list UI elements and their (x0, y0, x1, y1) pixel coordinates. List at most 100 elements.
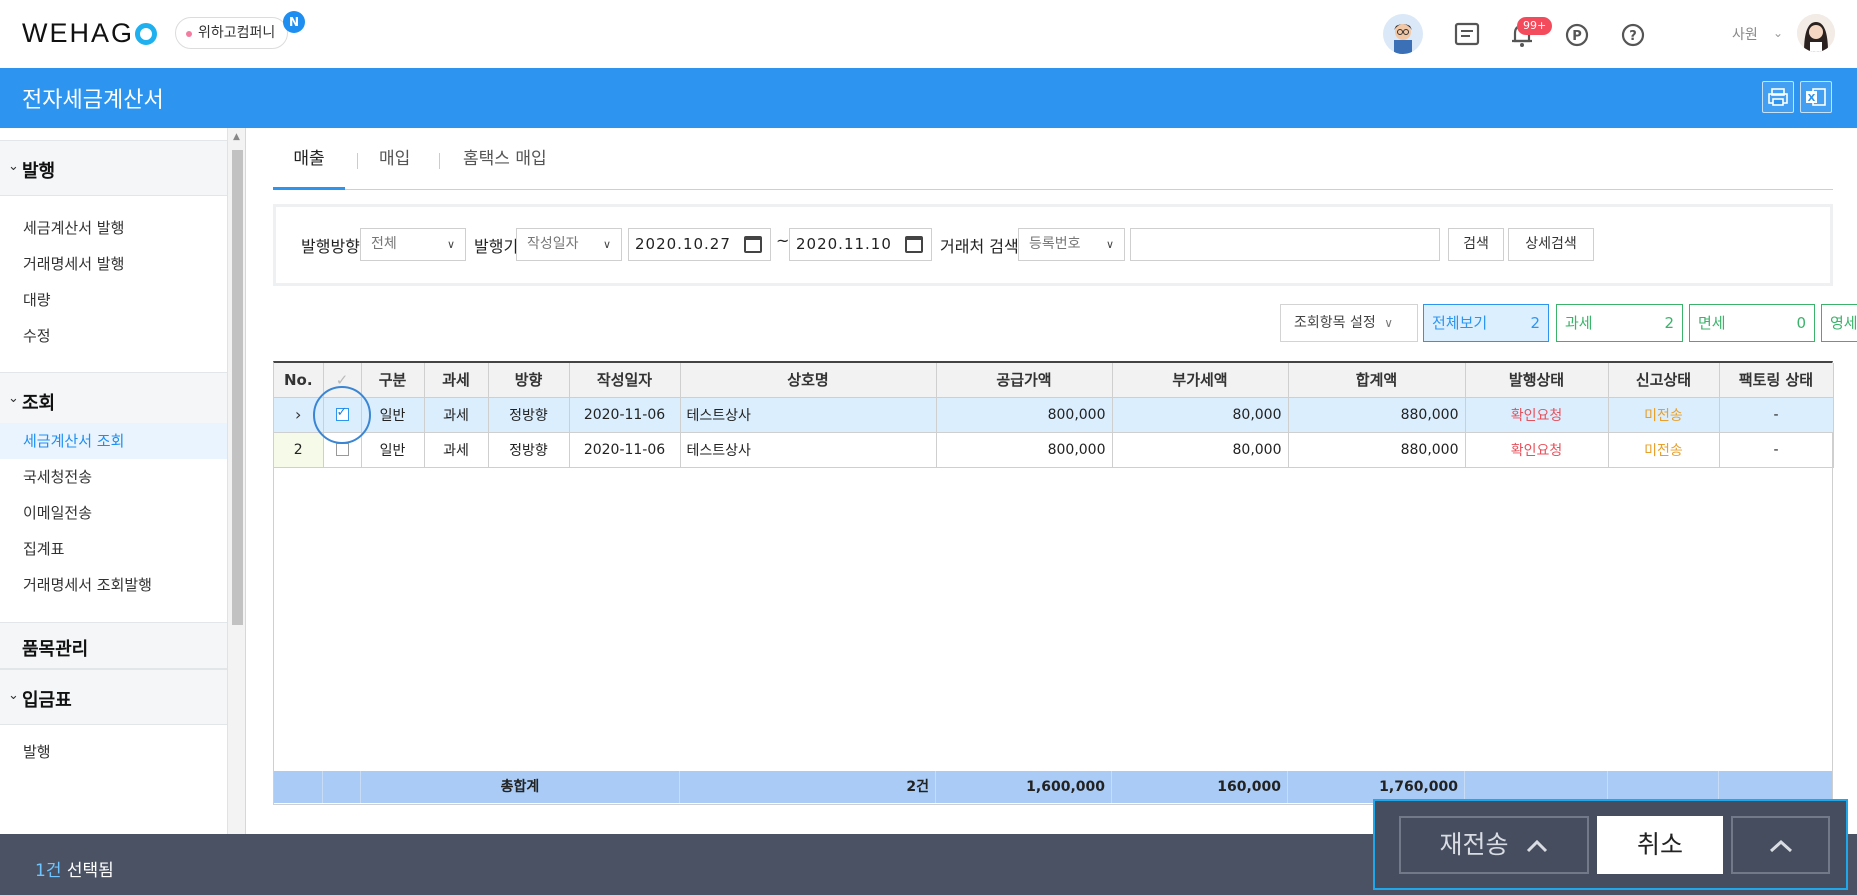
total-count: 2건 (680, 771, 936, 803)
wehago-logo[interactable]: WEHAG (22, 18, 158, 49)
tab-sales[interactable]: 매출 (273, 144, 345, 190)
page-title: 전자세금계산서 (22, 88, 164, 113)
help-icon[interactable]: ? (1618, 20, 1648, 50)
svg-text:?: ? (1629, 29, 1637, 44)
total-cell-empty (323, 771, 361, 803)
scrollbar-thumb[interactable] (232, 150, 243, 625)
col-vat-amount[interactable]: 부가세액 (1112, 363, 1289, 398)
sidebar-item-summary-table[interactable]: 집계표 (0, 531, 227, 567)
tab-hometax-purchase[interactable]: 홈택스 매입 (463, 144, 547, 190)
view-settings-dropdown[interactable]: 조회항목 설정 ∨ (1280, 304, 1418, 342)
cell-report-status: 미전송 (1608, 432, 1720, 468)
resend-button[interactable]: 재전송 (1399, 816, 1589, 874)
point-icon[interactable]: P (1562, 20, 1592, 50)
main-content: 매출 매입 홈택스 매입 발행방향 전체 ∨ 발행기간 작성일자 ∨ 2020.… (246, 128, 1857, 834)
collapse-panel-button[interactable] (1731, 816, 1830, 874)
col-no[interactable]: No. (274, 363, 324, 398)
cell-tax: 과세 (424, 397, 489, 433)
row-expand-icon[interactable]: › (274, 397, 324, 433)
checkbox-checked[interactable] (335, 405, 349, 421)
user-role[interactable]: 사원 (1732, 24, 1758, 44)
cell-company-name: 테스트상사 (680, 397, 937, 433)
sidebar-item-bulk[interactable]: 대량 (0, 282, 227, 318)
calendar-icon[interactable] (905, 236, 923, 253)
col-kind[interactable]: 구분 (361, 363, 425, 398)
col-date[interactable]: 작성일자 (569, 363, 681, 398)
sidebar-section-item-management[interactable]: 품목관리 (0, 622, 227, 669)
date-from-value: 2020.10.27 (635, 235, 731, 253)
sidebar-item-modify[interactable]: 수정 (0, 318, 227, 354)
col-select-all[interactable]: ✓ (323, 363, 362, 398)
cell-kind: 일반 (361, 397, 425, 433)
summary-all[interactable]: 전체보기 2 (1423, 304, 1549, 342)
sidebar-item-statement-issue[interactable]: 거래명세서 발행 (0, 246, 227, 282)
invoice-table: No. ✓ 구분 과세 방향 작성일자 상호명 공급가액 부가세액 합계액 발행… (273, 361, 1834, 805)
selected-count: 1건 (35, 861, 62, 881)
col-tax[interactable]: 과세 (424, 363, 489, 398)
scroll-up-icon[interactable]: ▲ (233, 132, 240, 142)
cancel-button[interactable]: 취소 (1597, 816, 1723, 874)
date-from-field[interactable]: 2020.10.27 (628, 228, 771, 261)
cell-direction: 정방향 (488, 432, 570, 468)
chevron-down-icon[interactable]: ⌄ (1773, 26, 1783, 40)
sidebar-section-inquiry[interactable]: ⌄ 조회 (0, 372, 227, 428)
date-to-value: 2020.11.10 (796, 235, 892, 253)
checkbox-unchecked[interactable] (335, 443, 349, 456)
col-company-name[interactable]: 상호명 (680, 363, 937, 398)
calendar-icon[interactable] (744, 236, 762, 253)
sidebar-item-tax-invoice-issue[interactable]: 세금계산서 발행 (0, 210, 227, 246)
partner-type-select[interactable]: 등록번호 ∨ (1018, 228, 1125, 261)
partner-search-input[interactable] (1130, 228, 1440, 261)
cell-no: 2 (274, 432, 324, 468)
sidebar-item-nts-transmit[interactable]: 국세청전송 (0, 459, 227, 495)
sidebar-item-email-transmit[interactable]: 이메일전송 (0, 495, 227, 531)
row-checkbox[interactable] (323, 432, 362, 468)
sidebar-item-tax-invoice-inquiry[interactable]: 세금계산서 조회 (0, 423, 227, 459)
company-name: 위하고컴퍼니 (198, 25, 276, 41)
col-total-amount[interactable]: 합계액 (1288, 363, 1466, 398)
memo-icon[interactable] (1452, 20, 1482, 50)
company-selector[interactable]: 위하고컴퍼니 (175, 17, 289, 49)
cell-factoring-status: - (1719, 397, 1834, 433)
col-direction[interactable]: 방향 (488, 363, 570, 398)
sidebar-section-label: 발행 (22, 161, 56, 182)
sidebar-item-deposit-issue[interactable]: 발행 (0, 734, 227, 770)
summary-taxable[interactable]: 과세 2 (1556, 304, 1683, 342)
character-avatar-icon[interactable] (1383, 14, 1423, 54)
user-avatar[interactable] (1797, 14, 1835, 52)
period-type-select[interactable]: 작성일자 ∨ (516, 228, 622, 261)
excel-export-button[interactable]: X (1800, 81, 1832, 113)
summary-exempt[interactable]: 면세 0 (1689, 304, 1815, 342)
sidebar-scrollbar[interactable]: ▲ (227, 128, 245, 834)
sidebar-section-deposit-slip[interactable]: ⌄ 입금표 (0, 669, 227, 725)
table-row[interactable]: › 일반 과세 정방향 2020-11-06 테스트상사 800,000 80,… (274, 397, 1834, 433)
cell-issue-status: 확인요청 (1465, 432, 1609, 468)
row-checkbox[interactable] (323, 397, 362, 433)
new-badge: N (283, 11, 305, 33)
col-factoring-status[interactable]: 팩토링 상태 (1719, 363, 1834, 398)
summary-zero-rated[interactable]: 영세 0 (1821, 304, 1857, 342)
chevron-down-icon: ∨ (446, 238, 455, 251)
summary-filter-row: 조회항목 설정 ∨ 전체보기 2 과세 2 면세 0 영세 0 (246, 304, 1857, 342)
tab-purchase[interactable]: 매입 (379, 144, 410, 190)
total-vat-amount: 160,000 (1112, 771, 1288, 803)
col-issue-status[interactable]: 발행상태 (1465, 363, 1609, 398)
cell-company-name: 테스트상사 (680, 432, 937, 468)
direction-label: 발행방향 (301, 237, 360, 256)
partner-search-label: 거래처 검색 (940, 237, 1019, 256)
col-report-status[interactable]: 신고상태 (1608, 363, 1720, 398)
tab-bar: 매출 매입 홈택스 매입 (273, 144, 1833, 190)
direction-select[interactable]: 전체 ∨ (360, 228, 466, 261)
print-button[interactable] (1762, 81, 1794, 113)
chevron-down-icon: ∨ (1105, 238, 1114, 251)
cell-date: 2020-11-06 (569, 432, 681, 468)
col-supply-amount[interactable]: 공급가액 (936, 363, 1113, 398)
date-to-field[interactable]: 2020.11.10 (789, 228, 932, 261)
sidebar-item-statement-inquiry[interactable]: 거래명세서 조회발행 (0, 567, 227, 603)
sidebar-section-issue[interactable]: ⌄ 발행 (0, 140, 227, 196)
detail-search-button[interactable]: 상세검색 (1508, 228, 1594, 261)
table-row[interactable]: 2 일반 과세 정방향 2020-11-06 테스트상사 800,000 80,… (274, 432, 1834, 468)
chevron-up-icon (1527, 839, 1548, 853)
search-button[interactable]: 검색 (1448, 228, 1504, 261)
partner-type-value: 등록번호 (1029, 236, 1081, 252)
